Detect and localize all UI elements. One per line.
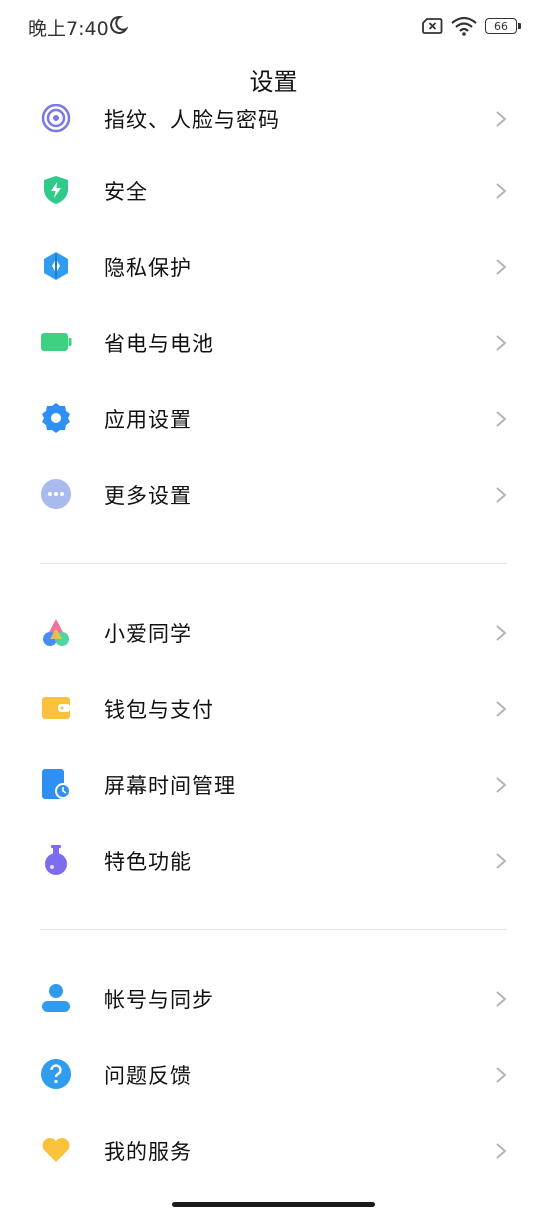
settings-item-fingerprint[interactable]: 指纹、人脸与密码 [0, 104, 547, 156]
chevron-right-icon [496, 183, 507, 199]
settings-item-label: 屏幕时间管理 [104, 774, 236, 798]
settings-item-label: 钱包与支付 [104, 698, 214, 722]
xiaoai-icon [43, 619, 69, 646]
fingerprint-icon [41, 104, 71, 133]
chevron-right-icon [496, 487, 507, 503]
settings-item-label: 省电与电池 [104, 332, 214, 356]
account-icon [42, 984, 70, 1012]
settings-item-account[interactable]: 帐号与同步 [0, 960, 547, 1036]
status-icons: 66 [421, 16, 521, 36]
page-title: 设置 [249, 68, 298, 96]
section-divider [40, 929, 507, 930]
status-bar: 晚上7:40 66 [0, 0, 547, 52]
battery-level: 66 [494, 20, 508, 33]
settings-item-more[interactable]: 更多设置 [0, 456, 547, 532]
chevron-right-icon [496, 853, 507, 869]
settings-list[interactable]: 指纹、人脸与密码 安全 隐私保护 省电与电池 应用设置 更多设置 小爱同学 钱包… [0, 104, 547, 1194]
settings-item-app-settings[interactable]: 应用设置 [0, 380, 547, 456]
chevron-right-icon [496, 411, 507, 427]
more-icon [41, 479, 71, 509]
settings-item-label: 特色功能 [104, 850, 192, 874]
settings-item-label: 小爱同学 [104, 622, 192, 646]
settings-item-feedback[interactable]: 问题反馈 [0, 1036, 547, 1112]
settings-item-label: 更多设置 [104, 484, 192, 508]
settings-item-label: 我的服务 [104, 1140, 192, 1164]
home-indicator[interactable] [172, 1202, 375, 1207]
battery-icon [41, 333, 72, 351]
wifi-icon [451, 16, 477, 36]
chevron-right-icon [496, 777, 507, 793]
flask-icon [45, 845, 67, 875]
chevron-right-icon [496, 335, 507, 351]
settings-item-privacy[interactable]: 隐私保护 [0, 228, 547, 304]
settings-item-label: 隐私保护 [104, 256, 192, 280]
chevron-right-icon [496, 701, 507, 717]
settings-item-screen-time[interactable]: 屏幕时间管理 [0, 746, 547, 822]
wallet-icon [42, 697, 70, 719]
settings-item-wallet[interactable]: 钱包与支付 [0, 670, 547, 746]
settings-item-label: 指纹、人脸与密码 [104, 108, 280, 132]
settings-item-features[interactable]: 特色功能 [0, 822, 547, 898]
help-icon [41, 1059, 71, 1089]
chevron-right-icon [496, 1143, 507, 1159]
heart-icon [42, 1138, 70, 1162]
chevron-right-icon [496, 1067, 507, 1083]
moon-icon [110, 15, 128, 34]
screen-time-icon [42, 769, 71, 799]
settings-item-battery[interactable]: 省电与电池 [0, 304, 547, 380]
chevron-right-icon [496, 259, 507, 275]
battery-indicator: 66 [485, 18, 521, 34]
status-time: 晚上7:40 [28, 18, 109, 40]
no-sim-icon [422, 18, 443, 34]
shield-icon [44, 176, 68, 204]
section-divider [40, 563, 507, 564]
settings-item-services[interactable]: 我的服务 [0, 1112, 547, 1188]
privacy-icon [44, 252, 68, 280]
settings-item-label: 帐号与同步 [104, 988, 214, 1012]
gear-icon [42, 403, 70, 433]
settings-item-label: 安全 [104, 180, 148, 204]
settings-item-label: 应用设置 [104, 408, 192, 432]
chevron-right-icon [496, 625, 507, 641]
chevron-right-icon [496, 991, 507, 1007]
settings-item-label: 问题反馈 [104, 1064, 192, 1088]
chevron-right-icon [496, 111, 507, 127]
settings-item-xiaoai[interactable]: 小爱同学 [0, 594, 547, 670]
settings-item-security[interactable]: 安全 [0, 152, 547, 228]
